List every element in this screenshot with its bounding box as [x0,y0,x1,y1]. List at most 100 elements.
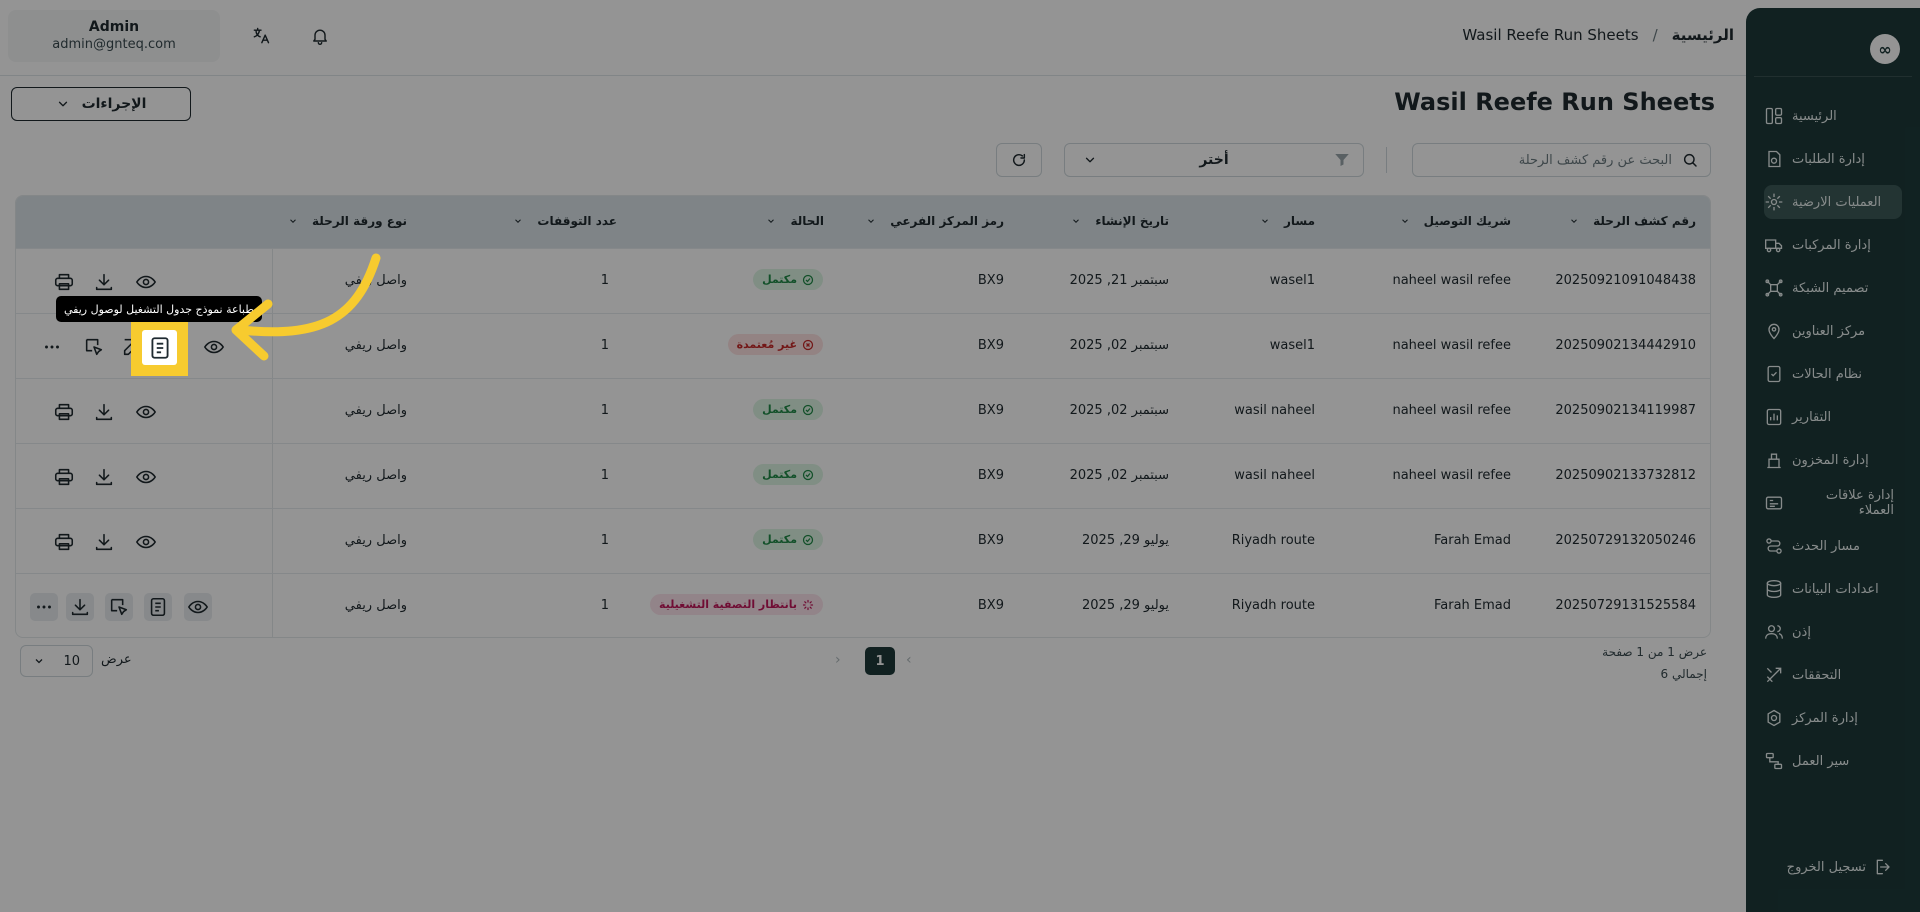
cell-route: wasel1 [1269,338,1315,353]
download-button[interactable] [90,463,118,491]
table-row[interactable]: 20250729131525584 Farah Emad Riyadh rout… [16,573,1710,637]
cell-run-sheet-id: 20250921091048438 [1555,273,1696,288]
print-button[interactable] [50,268,78,296]
cell-hub: BX9 [977,598,1004,613]
view-button[interactable] [184,593,212,621]
sidebar-item-hub-management[interactable]: إدارة المركز [1764,701,1902,735]
column-header[interactable]: نوع ورقة الرحلة [288,214,407,228]
sidebar-item-inventory[interactable]: إدارة المخزون [1764,443,1902,477]
search-input[interactable] [1432,152,1672,168]
more-options-button[interactable] [38,333,66,361]
breadcrumb-current[interactable]: Wasil Reefe Run Sheets [1462,26,1638,44]
refresh-icon [1012,153,1026,167]
page-1-button[interactable]: 1 [865,647,895,675]
logout-button[interactable]: تسجيل الخروج [1764,850,1902,884]
actions-dropdown-button[interactable]: الإجراءات [11,87,191,121]
refresh-button[interactable] [996,143,1042,177]
status-text: مكتمل [762,273,797,286]
app-logo[interactable]: ∞ [1870,34,1900,64]
sidebar-item-permissions[interactable]: إذن [1764,615,1902,649]
cell-hub: BX9 [977,533,1004,548]
sidebar-item-status-system[interactable]: نظام الحالات [1764,357,1902,391]
sidebar-item-workflow[interactable]: سير العمل [1764,744,1902,778]
assign-button[interactable] [80,333,108,361]
sidebar-item-data-settings[interactable]: اعدادات البيانات [1764,572,1902,606]
view-button[interactable] [200,333,228,361]
sidebar-item-label: التحققات [1792,667,1842,683]
column-label: مسار [1283,214,1315,228]
user-name: Admin [88,19,140,35]
sidebar-item-network[interactable]: تصميم الشبكة [1764,271,1902,305]
per-page-select[interactable]: 10 [20,645,93,677]
chevron-down-icon [515,219,522,223]
sidebar-item-vehicles[interactable]: إدارة المركبات [1764,228,1902,262]
table-row[interactable]: 20250729132050246 Farah Emad Riyadh rout… [16,508,1710,573]
print-button[interactable] [50,528,78,556]
download-icon [95,468,113,486]
view-button[interactable] [132,528,160,556]
column-header[interactable]: رقم كشف الرحلة [1569,214,1696,228]
sidebar-item-event-route[interactable]: مسار الحدث [1764,529,1902,563]
column-header[interactable]: الحالة [766,214,824,228]
table-row[interactable]: 20250921091048438 naheel wasil refee was… [16,248,1710,313]
sidebar-item-home[interactable]: الرئيسية [1764,99,1902,133]
chevron-down-icon [1085,157,1095,163]
sidebar-item-label: إذن [1792,624,1811,640]
more-horizontal-icon [37,605,51,609]
assign-button[interactable] [105,593,133,621]
column-header[interactable]: عدد التوقفات [513,214,617,228]
download-button[interactable] [90,398,118,426]
table-header: رقم كشف الرحلة شريك التوصيل مسار تاريخ ا… [16,196,1710,248]
download-button[interactable] [90,528,118,556]
sidebar-item-addresses[interactable]: مركز العناوين [1764,314,1902,348]
print-button[interactable] [50,398,78,426]
eye-icon [135,470,157,484]
table-row[interactable]: 20250902133732812 naheel wasil refee was… [16,443,1710,508]
view-button[interactable] [132,398,160,426]
sidebar-item-crm[interactable]: إدارة علاقات العملاء [1764,486,1902,520]
status-text: غير مُعتمدة [736,338,797,351]
view-button[interactable] [132,463,160,491]
sidebar-nav: الرئيسية إدارة الطلبات العمليات الارضية … [1764,99,1902,787]
sidebar-item-label: إدارة المخزون [1792,452,1869,468]
cell-hub: BX9 [977,468,1004,483]
cell-stops: 1 [600,598,609,613]
print-button[interactable] [50,463,78,491]
sidebar-item-reports[interactable]: التقارير [1764,400,1902,434]
view-button[interactable] [132,268,160,296]
search-icon [1683,153,1697,167]
sidebar-item-label: تصميم الشبكة [1792,280,1869,296]
sidebar-item-validations[interactable]: التحققات [1764,658,1902,692]
column-header[interactable]: تاريخ الإنشاء [1071,214,1169,228]
eye-icon [135,275,157,289]
highlighted-print-report-button[interactable] [142,330,177,365]
workflow-icon [1764,751,1784,771]
status-filter-select[interactable]: أختر [1064,143,1364,177]
chevron-down-icon [58,101,67,107]
sidebar-item-orders[interactable]: إدارة الطلبات [1764,142,1902,176]
breadcrumb-home[interactable]: الرئيسية [1672,26,1734,44]
print-report-button[interactable] [144,593,172,621]
user-profile[interactable]: Admin admin@gnteq.com [8,10,220,62]
table-row[interactable]: 20250902134119987 naheel wasil refee was… [16,378,1710,443]
download-button[interactable] [66,593,94,621]
more-horizontal-icon [45,345,59,349]
sidebar-item-label: إدارة المركز [1792,710,1858,726]
status-badge: غير مُعتمدة [727,334,823,355]
column-header[interactable]: شريك التوصيل [1400,214,1511,228]
column-header[interactable]: رمز المركز الفرعي [866,214,1004,228]
translate-button[interactable] [243,18,279,54]
next-page-button[interactable]: › [835,652,841,668]
download-button[interactable] [90,268,118,296]
cursor-click-icon [110,598,128,616]
column-header[interactable]: مسار [1260,214,1315,228]
sidebar-item-ground-operations[interactable]: العمليات الارضية [1764,185,1902,219]
previous-page-button[interactable]: ‹ [906,652,912,668]
more-options-button[interactable] [30,593,58,621]
table-row[interactable]: 20250902134442910 naheel wasil refee was… [16,313,1710,378]
map-pin-icon [1764,321,1784,341]
status-text: بانتظار التصفية التشغيلية [659,598,797,611]
cell-run-sheet-id: 20250902134442910 [1555,338,1696,353]
notifications-button[interactable] [302,18,338,54]
sidebar-item-label: مركز العناوين [1792,323,1866,339]
